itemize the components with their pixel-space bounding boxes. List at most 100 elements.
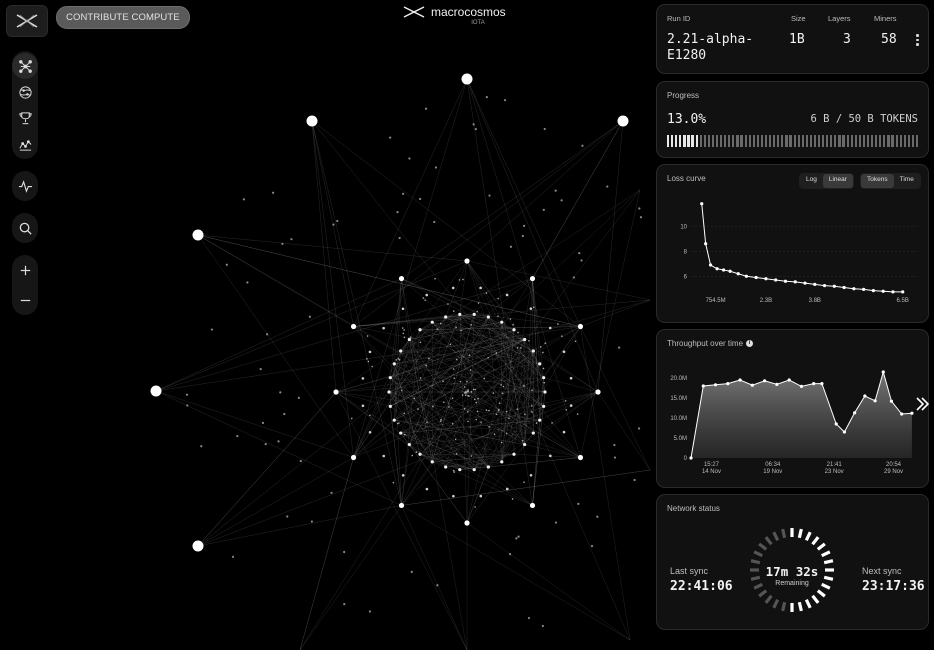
zoom-group xyxy=(12,255,38,315)
progress-segment xyxy=(764,135,768,147)
remaining-label: Remaining xyxy=(775,580,809,587)
network-layer-node xyxy=(464,520,470,526)
network-node xyxy=(505,487,509,491)
progress-segment xyxy=(846,135,849,147)
progress-segment xyxy=(789,135,792,147)
network-peer-node xyxy=(475,418,478,421)
network-peer-node xyxy=(606,185,609,188)
network-node xyxy=(392,418,396,422)
network-peer-node xyxy=(433,220,436,224)
network-peer-node xyxy=(411,454,414,457)
network-peer-node xyxy=(458,279,461,281)
chart-icon xyxy=(18,139,31,151)
progress-segment xyxy=(683,135,686,147)
network-peer-node xyxy=(544,342,547,345)
leaderboard-button[interactable] xyxy=(12,105,38,131)
network-node xyxy=(538,418,542,422)
search-button[interactable] xyxy=(12,215,38,241)
network-peer-node xyxy=(442,380,444,383)
ring-segment xyxy=(811,536,820,546)
progress-segment xyxy=(866,135,870,147)
progress-segment xyxy=(728,135,731,147)
ring-segment xyxy=(772,599,780,609)
network-graph[interactable] xyxy=(0,0,650,650)
network-layer-node xyxy=(398,502,405,509)
throughput-point xyxy=(842,430,847,434)
network-edge xyxy=(155,278,402,392)
ring-segment xyxy=(764,536,773,546)
progress-segment xyxy=(797,135,800,147)
zoom-in-button[interactable] xyxy=(12,257,38,283)
network-node xyxy=(505,293,509,297)
progress-segment xyxy=(822,135,825,147)
network-peer-node xyxy=(424,299,426,301)
progress-segment xyxy=(817,135,821,147)
network-peer-node xyxy=(473,398,476,401)
network-edge xyxy=(409,391,599,445)
network-edge xyxy=(299,505,402,650)
progress-segment xyxy=(675,135,678,147)
network-peer-node xyxy=(596,515,599,518)
network-peer-node xyxy=(290,238,293,241)
network-peer-node xyxy=(535,422,538,424)
network-peer-node xyxy=(398,422,400,424)
network-peer-node xyxy=(633,478,636,482)
network-peer-node xyxy=(246,281,249,284)
loss-y-tick: 8 xyxy=(684,249,688,255)
throughput-y-tick: 15.0M xyxy=(670,396,687,402)
progress-panel: Progress 13.0% 6 B / 50 B TOKENS xyxy=(656,81,929,158)
network-peer-node xyxy=(453,471,456,473)
network-peer-node xyxy=(516,408,519,410)
network-peer-node xyxy=(639,216,643,219)
network-peer-node xyxy=(493,433,496,436)
network-peer-node xyxy=(511,498,514,500)
zoom-out-button[interactable] xyxy=(12,287,38,313)
metrics-button[interactable] xyxy=(12,131,38,157)
network-peer-node xyxy=(210,328,213,331)
throughput-point xyxy=(889,399,894,403)
throughput-point xyxy=(863,394,867,398)
loss-point xyxy=(754,275,758,280)
network-edge xyxy=(401,120,624,279)
network-edge xyxy=(466,120,624,262)
network-node xyxy=(543,390,547,394)
throughput-x-tick: 15:27 xyxy=(704,462,720,468)
network-peer-node xyxy=(396,422,399,425)
throughput-chart: 0 5.0M 10.0M 15.0M 20.0M 15:2714 Nov 06:3419 N… xyxy=(670,370,914,475)
ring-segment xyxy=(781,601,787,612)
loss-point xyxy=(852,287,856,291)
network-node xyxy=(399,431,403,435)
network-peer-node xyxy=(439,322,442,325)
ring-segment xyxy=(811,594,820,604)
network-peer-node xyxy=(472,388,475,391)
last-sync-time: 22:41:06 xyxy=(670,579,733,594)
network-view-button[interactable] xyxy=(12,53,38,79)
activity-button[interactable] xyxy=(12,173,38,199)
network-peer-node xyxy=(259,367,262,371)
home-logo-button[interactable] xyxy=(6,5,48,37)
network-peer-node xyxy=(517,535,520,538)
loss-point xyxy=(793,280,797,284)
throughput-point xyxy=(738,378,742,382)
network-peer-node xyxy=(367,360,370,363)
network-edge xyxy=(543,326,581,378)
network-peer-node xyxy=(574,340,577,343)
network-hub-node xyxy=(461,73,473,85)
network-node xyxy=(523,337,527,342)
network-edge xyxy=(524,444,581,458)
network-peer-node xyxy=(463,386,466,388)
progress-segment xyxy=(691,135,694,147)
network-peer-node xyxy=(451,397,454,399)
contribute-compute-button[interactable]: CONTRIBUTE COMPUTE xyxy=(56,6,190,29)
network-peer-node xyxy=(413,397,416,400)
network-layer-node xyxy=(595,389,601,395)
network-edge xyxy=(580,189,641,458)
chevron-right-double-icon[interactable] xyxy=(914,396,930,412)
more-options-icon[interactable] xyxy=(916,34,919,48)
network-node xyxy=(388,376,392,380)
network-peer-node xyxy=(618,346,621,349)
progress-segment xyxy=(744,135,747,147)
network-peer-node xyxy=(495,413,498,416)
network-edge xyxy=(466,260,650,301)
globe-view-button[interactable] xyxy=(12,79,38,105)
